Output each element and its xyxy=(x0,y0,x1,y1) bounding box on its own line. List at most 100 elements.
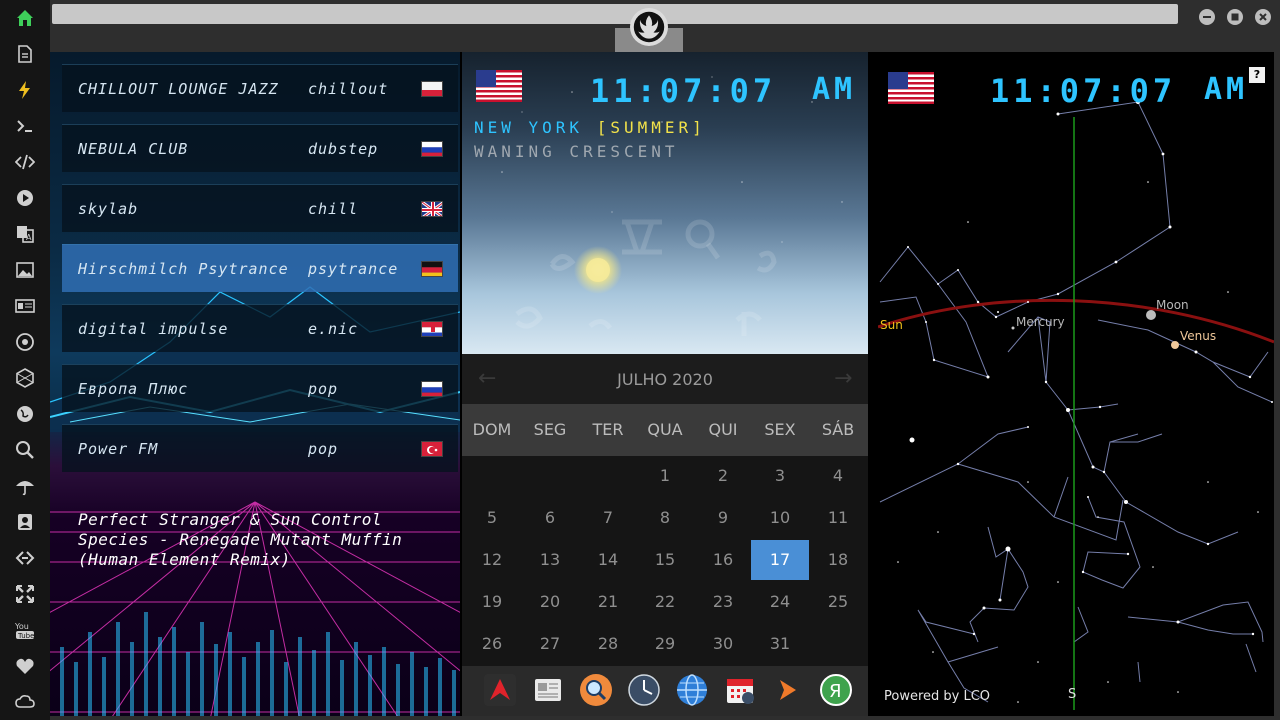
weekday-label: DOM xyxy=(472,420,512,439)
play-icon[interactable] xyxy=(13,186,37,210)
minimize-button[interactable] xyxy=(1199,9,1215,25)
left-sidebar: A You Tube xyxy=(0,0,50,720)
calendar-day[interactable]: 4 xyxy=(809,456,867,496)
germany-flag-icon xyxy=(421,261,443,277)
calendar-day[interactable]: 26 xyxy=(463,624,521,664)
rebel-icon[interactable] xyxy=(13,330,37,354)
calendar-day[interactable]: 7 xyxy=(579,498,637,538)
clock-app-icon[interactable] xyxy=(628,674,660,706)
bolt-icon[interactable] xyxy=(13,78,37,102)
moon-phase-label: WANING CRESCENT xyxy=(474,142,679,161)
calendar-app-icon[interactable] xyxy=(724,674,756,706)
app-red-icon[interactable] xyxy=(484,674,516,706)
moon-marker xyxy=(1146,310,1156,320)
calendar-day-today[interactable]: 17 xyxy=(751,540,809,580)
calendar-day[interactable]: 5 xyxy=(463,498,521,538)
calendar-day[interactable]: 18 xyxy=(809,540,867,580)
calendar-day[interactable]: 6 xyxy=(521,498,579,538)
news-icon[interactable] xyxy=(13,294,37,318)
search-app-icon[interactable] xyxy=(580,674,612,706)
starmap-clock-time: 11:07:07 xyxy=(990,72,1177,110)
code-icon[interactable] xyxy=(13,150,37,174)
station-genre: e.nic xyxy=(308,319,359,338)
browser-icon[interactable] xyxy=(676,674,708,706)
calendar-day[interactable]: 22 xyxy=(636,582,694,622)
calendar-day[interactable]: 31 xyxy=(751,624,809,664)
calendar-day[interactable]: 21 xyxy=(579,582,637,622)
star-chart xyxy=(878,100,1274,710)
cloud-icon[interactable] xyxy=(13,690,37,714)
station-row[interactable]: NEBULA CLUB dubstep xyxy=(62,124,458,172)
calendar-day[interactable]: 27 xyxy=(521,624,579,664)
calendar-day[interactable]: 3 xyxy=(751,456,809,496)
heart-icon[interactable] xyxy=(13,654,37,678)
search-icon[interactable] xyxy=(13,438,37,462)
calendar-day[interactable]: 8 xyxy=(636,498,694,538)
close-button[interactable] xyxy=(1255,9,1271,25)
fullscreen-icon[interactable] xyxy=(13,582,37,606)
maximize-button[interactable] xyxy=(1227,9,1243,25)
calendar-day[interactable]: 29 xyxy=(636,624,694,664)
station-name: skylab xyxy=(78,199,139,218)
calendar-day[interactable]: 15 xyxy=(636,540,694,580)
calendar-day[interactable]: 12 xyxy=(463,540,521,580)
svg-text:A: A xyxy=(26,233,32,242)
star-map[interactable]: 11:07:07 AM Sun Mercury Moon Venus xyxy=(878,62,1274,710)
image-icon[interactable] xyxy=(13,258,37,282)
app-dock: Я xyxy=(462,666,868,716)
calendar-day[interactable]: 30 xyxy=(694,624,752,664)
calendar-day[interactable]: 24 xyxy=(751,582,809,622)
news-reader-icon[interactable] xyxy=(532,674,564,706)
svg-text:Tube: Tube xyxy=(17,632,34,640)
city-name: NEW YORK xyxy=(474,118,584,137)
calendar-day[interactable]: 2 xyxy=(694,456,752,496)
now-playing-line: Species - Renegade Mutant Muffin xyxy=(78,530,403,549)
uk-flag-icon xyxy=(421,201,443,217)
help-button[interactable]: ? xyxy=(1249,67,1265,83)
link-icon[interactable] xyxy=(13,546,37,570)
calendar-day[interactable]: 9 xyxy=(694,498,752,538)
station-row[interactable]: skylab chill xyxy=(62,184,458,232)
translate-icon[interactable]: A xyxy=(13,222,37,246)
arrow-app-icon[interactable] xyxy=(772,674,804,706)
calendar-day[interactable]: 1 xyxy=(636,456,694,496)
rebel-logo-icon[interactable] xyxy=(630,8,668,46)
calendar-day[interactable]: 28 xyxy=(579,624,637,664)
russia-flag-icon xyxy=(421,141,443,157)
next-month-icon[interactable]: → xyxy=(834,366,852,391)
station-row[interactable]: CHILLOUT LOUNGE JAZZ chillout xyxy=(62,64,458,112)
calendar-day[interactable]: 20 xyxy=(521,582,579,622)
calendar-day[interactable]: 25 xyxy=(809,582,867,622)
umbrella-icon[interactable] xyxy=(13,474,37,498)
calendar-day[interactable]: 11 xyxy=(809,498,867,538)
station-row[interactable]: digital impulse e.nic xyxy=(62,304,458,352)
powered-by-label: Powered by LCO xyxy=(884,689,991,704)
hexagon-icon[interactable] xyxy=(13,366,37,390)
file-icon[interactable] xyxy=(13,42,37,66)
youtube-icon[interactable]: You Tube xyxy=(13,618,37,642)
calendar-day[interactable]: 23 xyxy=(694,582,752,622)
calendar-day[interactable]: 14 xyxy=(579,540,637,580)
globe-icon[interactable] xyxy=(13,402,37,426)
terminal-icon[interactable] xyxy=(13,114,37,138)
address-bar[interactable] xyxy=(52,4,1178,24)
calendar-day[interactable]: 19 xyxy=(463,582,521,622)
contact-icon[interactable] xyxy=(13,510,37,534)
top-bar xyxy=(50,0,1280,52)
station-row-active[interactable]: Hirschmilch Psytrance psytrance xyxy=(62,244,458,292)
moon-label: Moon xyxy=(1156,298,1189,312)
station-genre: chillout xyxy=(308,79,389,98)
south-direction-label: S xyxy=(1068,687,1077,702)
calendar-day[interactable]: 13 xyxy=(521,540,579,580)
station-name: Hirschmilch Psytrance xyxy=(78,259,289,278)
svg-text:You: You xyxy=(15,622,29,631)
season-label: [SUMMER] xyxy=(596,118,706,137)
radio-panel: CHILLOUT LOUNGE JAZZ chillout NEBULA CLU… xyxy=(50,52,460,720)
yandex-icon[interactable]: Я xyxy=(820,674,852,706)
now-playing-line: (Human Element Remix) xyxy=(78,550,291,569)
calendar-day[interactable]: 16 xyxy=(694,540,752,580)
station-row[interactable]: Power FM pop xyxy=(62,424,458,472)
home-icon[interactable] xyxy=(13,6,37,30)
station-row[interactable]: Европа Плюс pop xyxy=(62,364,458,412)
calendar-day[interactable]: 10 xyxy=(751,498,809,538)
